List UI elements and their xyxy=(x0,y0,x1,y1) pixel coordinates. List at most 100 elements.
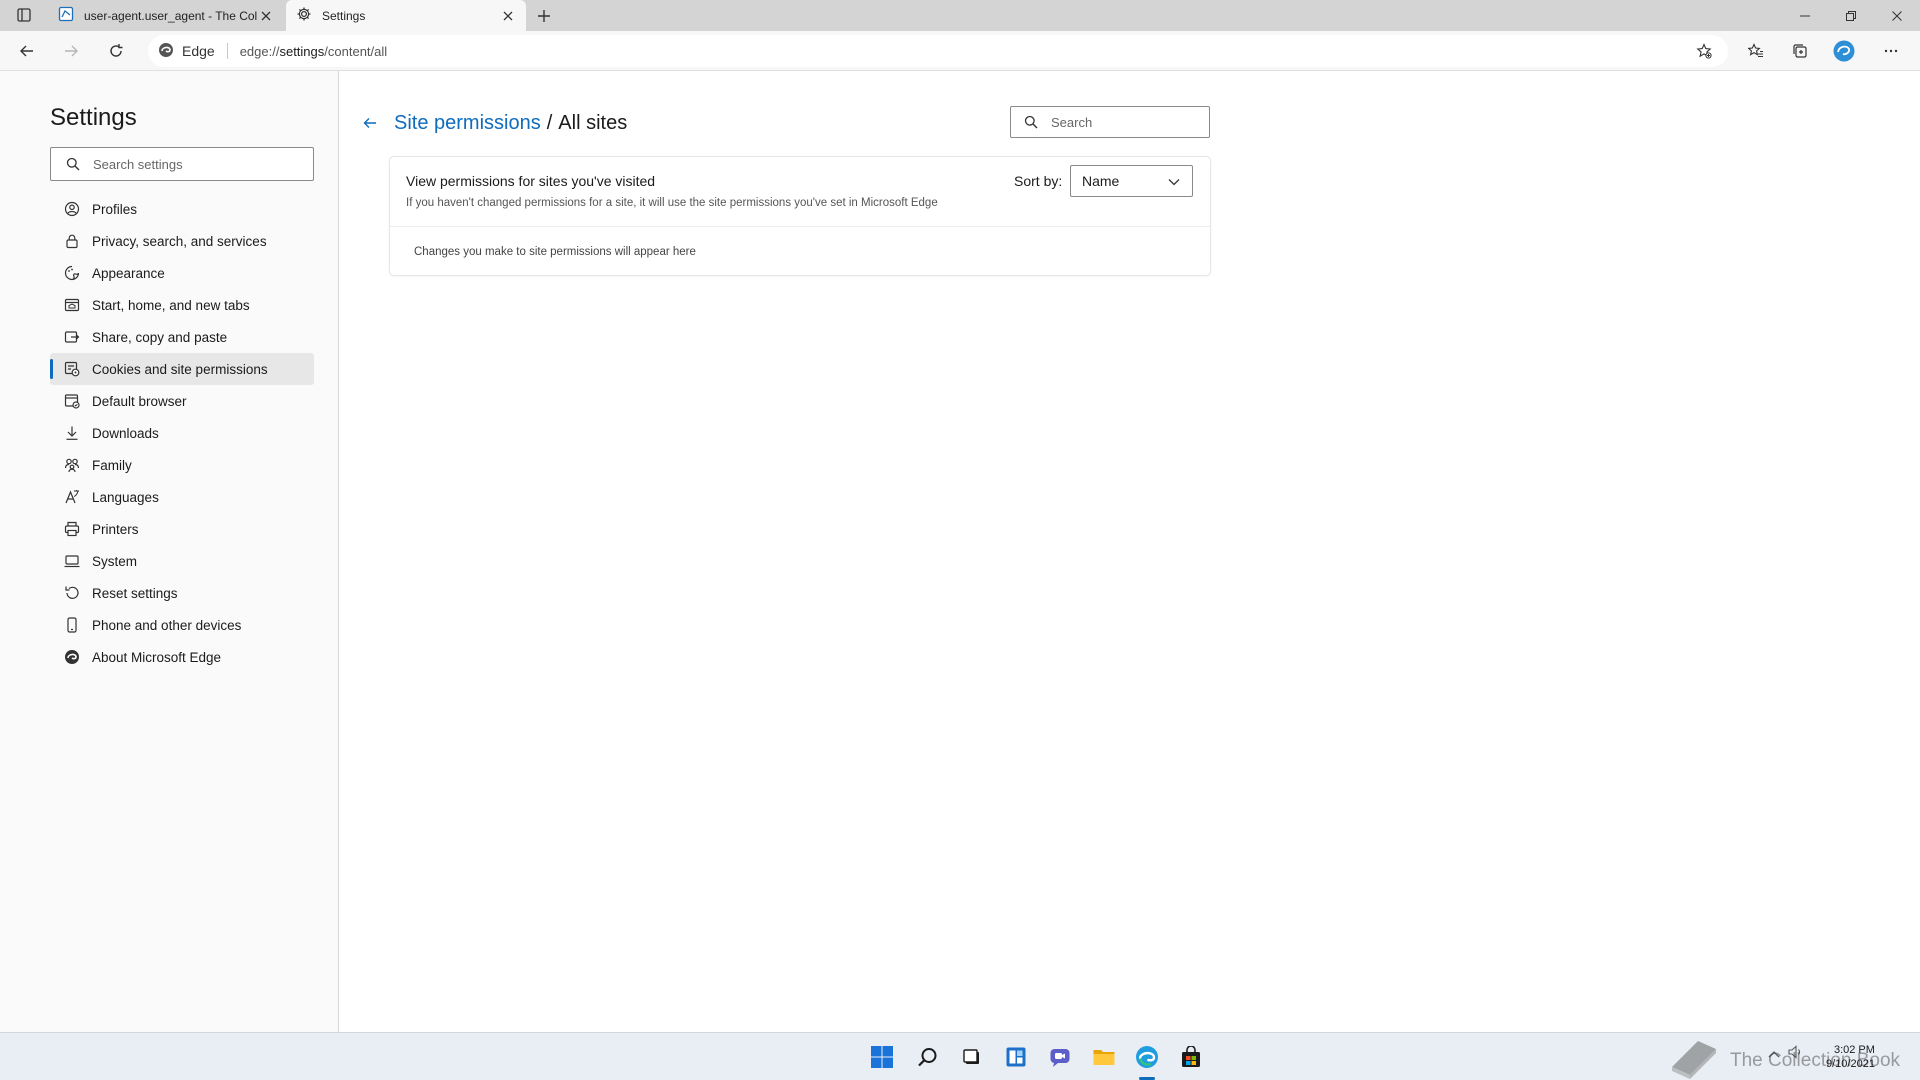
folder-icon xyxy=(1093,1050,1115,1065)
close-icon xyxy=(1892,10,1902,21)
card-title: View permissions for sites you've visite… xyxy=(406,173,656,189)
new-tab-button[interactable] xyxy=(532,5,556,27)
sidebar-item-reset[interactable]: Reset settings xyxy=(50,577,314,609)
sidebar-item-family[interactable]: Family xyxy=(50,449,314,481)
sidebar-item-label: Printers xyxy=(92,521,139,537)
search-icon xyxy=(918,1048,937,1067)
site-identity[interactable]: Edge xyxy=(158,42,215,61)
restore-button[interactable] xyxy=(1828,0,1874,31)
tab-collection-book[interactable]: user-agent.user_agent - The Coll xyxy=(48,0,284,31)
profile-icon xyxy=(64,201,80,217)
file-explorer-button[interactable] xyxy=(1086,1041,1122,1073)
clock-time: 3:02 PM xyxy=(1833,1044,1875,1056)
back-button[interactable] xyxy=(12,37,42,65)
sidebar-item-about[interactable]: About Microsoft Edge xyxy=(50,641,314,673)
site-search-input[interactable] xyxy=(1051,114,1201,130)
site-search-box[interactable] xyxy=(1010,106,1210,138)
collections-button[interactable] xyxy=(1785,37,1815,65)
sidebar-item-appearance[interactable]: Appearance xyxy=(50,257,314,289)
search-taskbar-button[interactable] xyxy=(910,1041,946,1073)
sidebar-item-privacy[interactable]: Privacy, search, and services xyxy=(50,225,314,257)
address-bar[interactable]: Edge edge://settings/content/all xyxy=(148,35,1728,67)
site-identity-label: Edge xyxy=(182,43,215,59)
home-tab-icon xyxy=(64,297,80,313)
sort-by-value: Name xyxy=(1082,173,1120,189)
sidebar-item-cookies-permissions[interactable]: Cookies and site permissions xyxy=(50,353,314,385)
tab-strip: user-agent.user_agent - The Coll Setting… xyxy=(0,0,1920,31)
sidebar-item-label: Cookies and site permissions xyxy=(92,361,268,377)
sidebar-item-label: Family xyxy=(92,457,132,473)
tab-settings[interactable]: Settings xyxy=(286,0,526,31)
refresh-button[interactable] xyxy=(101,37,131,65)
tab-actions-button[interactable] xyxy=(10,6,38,26)
speaker-icon[interactable] xyxy=(1788,1045,1804,1062)
sidebar-item-printers[interactable]: Printers xyxy=(50,513,314,545)
store-button[interactable] xyxy=(1173,1041,1209,1073)
sidebar-item-label: Profiles xyxy=(92,201,138,217)
sidebar-item-label: Languages xyxy=(92,489,159,505)
url-scheme: edge:// xyxy=(239,43,280,59)
url-text[interactable]: edge://settings/content/all xyxy=(240,44,387,59)
profile-button[interactable] xyxy=(1829,37,1859,65)
avatar-icon xyxy=(1833,40,1855,62)
phone-icon xyxy=(64,617,80,633)
sidebar-item-label: Reset settings xyxy=(92,585,178,601)
settings-search-input[interactable] xyxy=(93,156,313,172)
sidebar-item-languages[interactable]: Languages xyxy=(50,481,314,513)
settings-search-box[interactable] xyxy=(50,147,314,181)
sidebar-item-downloads[interactable]: Downloads xyxy=(50,417,314,449)
sort-by-label: Sort by: xyxy=(1014,173,1063,189)
empty-state-message: Changes you make to site permissions wil… xyxy=(414,246,696,258)
favorites-button[interactable] xyxy=(1741,37,1771,65)
system-icon xyxy=(64,553,80,569)
settings-sidebar: Settings Profiles Privacy, search, and s… xyxy=(0,71,339,1032)
languages-icon xyxy=(64,489,80,505)
widgets-button[interactable] xyxy=(998,1041,1034,1073)
task-view-button[interactable] xyxy=(954,1041,990,1073)
card-header: View permissions for sites you've visite… xyxy=(390,157,1210,227)
sidebar-item-label: Phone and other devices xyxy=(92,617,242,633)
sidebar-item-phone-devices[interactable]: Phone and other devices xyxy=(50,609,314,641)
chat-icon xyxy=(1050,1049,1070,1067)
sidebar-item-default-browser[interactable]: Default browser xyxy=(50,385,314,417)
tab-title: Settings xyxy=(322,8,366,23)
windows-logo-icon xyxy=(871,1046,893,1068)
sidebar-item-system[interactable]: System xyxy=(50,545,314,577)
sidebar-item-start-home[interactable]: Start, home, and new tabs xyxy=(50,289,314,321)
start-button[interactable] xyxy=(864,1041,900,1073)
chevron-up-icon[interactable] xyxy=(1768,1046,1780,1061)
widgets-icon xyxy=(1006,1047,1026,1067)
minimize-button[interactable] xyxy=(1782,0,1828,31)
cookies-permissions-icon xyxy=(64,361,80,377)
sidebar-item-label: Appearance xyxy=(92,265,165,281)
breadcrumb-link-site-permissions[interactable]: Site permissions xyxy=(394,112,541,135)
task-view-icon xyxy=(963,1049,979,1064)
family-icon xyxy=(64,457,80,473)
edge-taskbar-button[interactable] xyxy=(1129,1041,1165,1073)
back-arrow-icon xyxy=(363,118,376,128)
sidebar-item-label: Privacy, search, and services xyxy=(92,233,267,249)
tab-close-button[interactable] xyxy=(500,8,516,24)
close-icon xyxy=(261,11,271,20)
back-to-site-permissions-button[interactable] xyxy=(358,111,382,135)
close-window-button[interactable] xyxy=(1874,0,1920,31)
divider xyxy=(226,43,228,59)
taskbar-clock[interactable]: 3:02 PM 9/10/2021 xyxy=(1826,1043,1875,1071)
settings-content: Site permissions / All sites View permis… xyxy=(340,71,1920,1032)
search-icon xyxy=(65,156,81,172)
edge-logo-icon xyxy=(158,42,174,61)
chevron-down-icon xyxy=(1166,174,1182,190)
teams-chat-button[interactable] xyxy=(1042,1041,1078,1073)
sidebar-item-label: Share, copy and paste xyxy=(92,329,228,345)
add-favorite-button[interactable] xyxy=(1694,41,1714,61)
download-icon xyxy=(64,425,80,441)
sort-by-dropdown[interactable]: Name xyxy=(1070,165,1193,197)
forward-button[interactable] xyxy=(56,37,86,65)
breadcrumb-current: All sites xyxy=(558,111,628,134)
tab-close-button[interactable] xyxy=(258,8,274,24)
more-options-button[interactable] xyxy=(1876,37,1906,65)
sidebar-item-profiles[interactable]: Profiles xyxy=(50,193,314,225)
edge-logo-icon xyxy=(1136,1046,1158,1068)
sidebar-item-share-copy[interactable]: Share, copy and paste xyxy=(50,321,314,353)
search-icon xyxy=(1023,114,1039,130)
